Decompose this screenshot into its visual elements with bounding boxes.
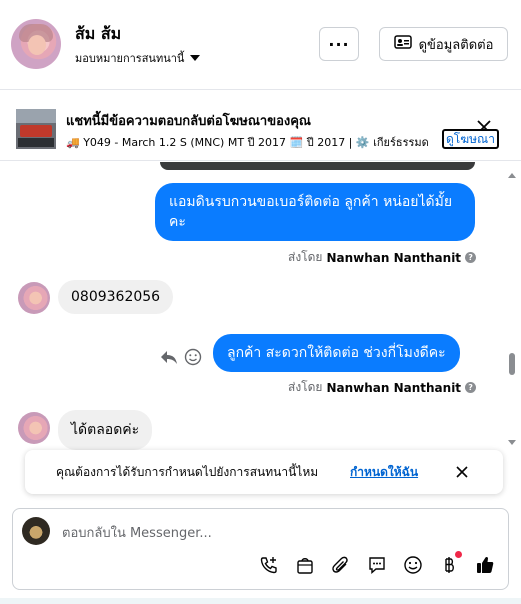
assign-conversation-dropdown[interactable]: มอบหมายการสนทนานี้ bbox=[75, 49, 201, 67]
help-icon[interactable]: ? bbox=[465, 252, 477, 263]
emoji-icon[interactable] bbox=[401, 553, 425, 577]
caret-down-icon bbox=[190, 55, 201, 61]
call-add-icon[interactable] bbox=[257, 553, 281, 577]
reply-icon[interactable] bbox=[160, 349, 178, 369]
more-options-button[interactable]: ··· bbox=[319, 27, 359, 61]
sent-by-note: ส่งโดย Nanwhan Nanthanit ? bbox=[288, 378, 477, 397]
avatar-face-shape bbox=[28, 35, 46, 55]
ad-reply-banner: แชทนี้มีข้อความตอบกลับต่อโฆษณาของคุณ 🚚 Y… bbox=[0, 91, 521, 161]
view-ad-link[interactable]: ดูโฆษณา bbox=[442, 129, 499, 149]
contact-avatar-small[interactable] bbox=[18, 412, 50, 444]
contact-avatar-small[interactable] bbox=[18, 282, 50, 314]
react-emoji-icon[interactable] bbox=[184, 348, 202, 370]
contact-card-icon bbox=[393, 35, 412, 53]
view-contact-info-label: ดูข้อมูลติดต่อ bbox=[418, 37, 494, 53]
message-bubble-incoming[interactable]: ได้ตลอดค่ะ bbox=[58, 410, 153, 450]
thread-scrollbar[interactable] bbox=[506, 162, 518, 454]
reply-input[interactable]: ตอบกลับใน Messenger... bbox=[62, 522, 212, 543]
previous-media-message[interactable] bbox=[160, 162, 475, 170]
notification-dot bbox=[455, 551, 462, 558]
scroll-up-arrow-icon[interactable] bbox=[508, 173, 516, 178]
close-reminder-icon[interactable] bbox=[453, 463, 471, 481]
thumb-ground bbox=[18, 138, 54, 147]
view-contact-info-button[interactable]: ดูข้อมูลติดต่อ bbox=[379, 27, 508, 61]
help-icon[interactable]: ? bbox=[465, 382, 477, 393]
sent-by-name: Nanwhan Nanthanit bbox=[326, 380, 462, 395]
message-bubble-incoming[interactable]: 0809362056 bbox=[58, 280, 174, 314]
scrollbar-thumb[interactable] bbox=[509, 353, 515, 375]
sent-by-prefix: ส่งโดย bbox=[288, 380, 323, 394]
message-composer: ตอบกลับใน Messenger... bbox=[12, 508, 509, 590]
contact-name[interactable]: ส้ม ส้ม bbox=[75, 22, 121, 47]
sent-by-prefix: ส่งโดย bbox=[288, 250, 323, 264]
thumbs-up-icon[interactable] bbox=[473, 553, 497, 577]
shopping-bag-icon[interactable] bbox=[293, 553, 317, 577]
ad-banner-title: แชทนี้มีข้อความตอบกลับต่อโฆษณาของคุณ bbox=[66, 114, 311, 129]
message-actions bbox=[160, 348, 202, 370]
conversation-header: ส้ม ส้ม มอบหมายการสนทนานี้ ··· ดูข้อมูลต… bbox=[0, 0, 521, 90]
message-bubble-outgoing[interactable]: ลูกค้า สะดวกให้ติดต่อ ช่วงกี่โมงดีคะ bbox=[213, 334, 460, 372]
assign-to-me-link[interactable]: กำหนดให้ฉัน bbox=[350, 463, 418, 482]
footer-strip bbox=[0, 598, 521, 604]
thumb-car bbox=[20, 125, 52, 137]
contact-avatar[interactable] bbox=[11, 19, 61, 69]
assign-reminder-banner: คุณต้องการได้รับการกำหนดไปยังการสนทนานี้… bbox=[25, 450, 503, 494]
attachment-icon[interactable] bbox=[329, 553, 353, 577]
message-bubble-outgoing[interactable]: แอมดินรบกวนขอเบอร์ติดต่อ ลูกค้า หน่อยได้… bbox=[155, 183, 475, 241]
assign-reminder-text: คุณต้องการได้รับการกำหนดไปยังการสนทนานี้… bbox=[56, 465, 319, 479]
scroll-down-arrow-icon[interactable] bbox=[508, 440, 516, 445]
sent-by-name: Nanwhan Nanthanit bbox=[326, 250, 462, 265]
thumb-sky bbox=[16, 109, 56, 123]
ad-thumbnail-image[interactable] bbox=[16, 109, 56, 149]
message-thread[interactable]: แอมดินรบกวนขอเบอร์ติดต่อ ลูกค้า หน่อยได้… bbox=[0, 162, 505, 452]
sent-by-note: ส่งโดย Nanwhan Nanthanit ? bbox=[288, 248, 477, 267]
saved-reply-icon[interactable] bbox=[365, 553, 389, 577]
ad-banner-subtitle: 🚚 Y049 - March 1.2 S (MNC) MT ปี 2017 🗓️… bbox=[66, 136, 429, 149]
page-avatar bbox=[22, 517, 50, 545]
assign-conversation-label: มอบหมายการสนทนานี้ bbox=[75, 52, 185, 65]
